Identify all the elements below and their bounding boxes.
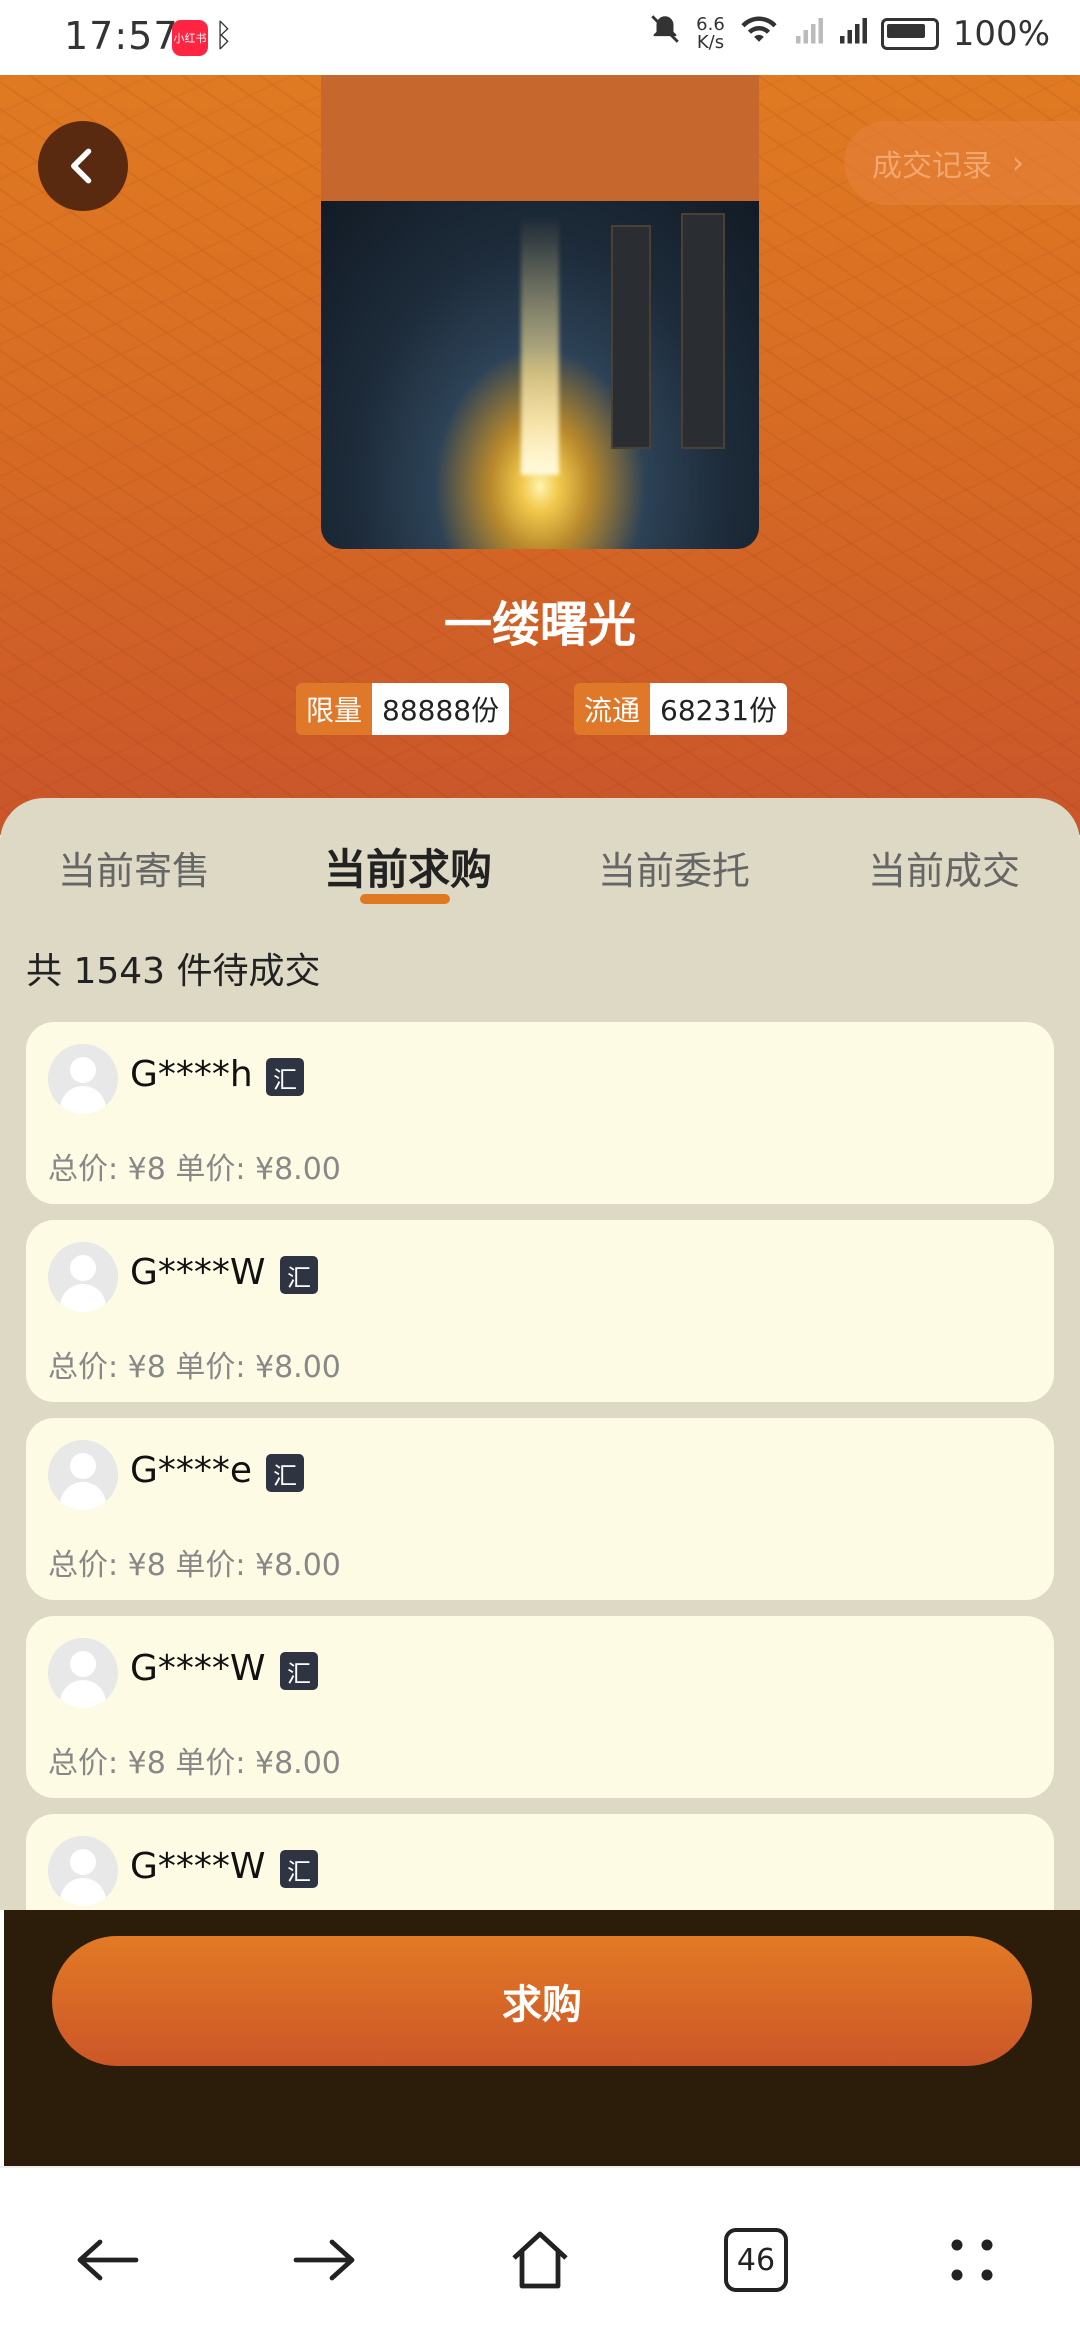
tab-current-buy-orders[interactable]: 当前求购 bbox=[324, 836, 492, 897]
order-price: 总价: ¥8 单价: ¥8.00 bbox=[48, 1548, 341, 1583]
hui-badge: 汇 bbox=[280, 1652, 318, 1690]
trade-record-button[interactable]: 成交记录 › bbox=[844, 121, 1080, 205]
avatar bbox=[48, 1836, 118, 1906]
order-username: G****W bbox=[130, 1846, 266, 1887]
hui-badge: 汇 bbox=[280, 1256, 318, 1294]
circulation-value: 68231份 bbox=[650, 683, 788, 735]
order-username: G****h bbox=[130, 1054, 253, 1095]
order-card[interactable]: G****h 汇 总价: ¥8 单价: ¥8.00 bbox=[26, 1022, 1054, 1204]
order-card[interactable]: G****W 汇 总价: ¥8 单价: ¥8.00 bbox=[26, 1616, 1054, 1798]
tabs-button[interactable]: 46 bbox=[716, 2220, 796, 2300]
limit-badge: 限量 88888份 bbox=[296, 683, 510, 735]
network-speed: 6.6 K/s bbox=[696, 15, 725, 53]
hero-banner: 成交记录 › 一缕曙光 限量 88888份 流通 68231份 bbox=[0, 75, 1080, 835]
orders-panel: 当前寄售 当前求购 当前委托 当前成交 共 1543 件待成交 G****h 汇… bbox=[0, 798, 1080, 1910]
active-tab-indicator bbox=[360, 894, 450, 904]
avatar bbox=[48, 1044, 118, 1114]
order-username: G****W bbox=[130, 1648, 266, 1689]
bluetooth-icon: ᛒ bbox=[214, 16, 234, 54]
collectible-cover-image bbox=[321, 75, 759, 549]
xiaohongshu-app-icon: 小红书 bbox=[172, 20, 208, 56]
avatar bbox=[48, 1242, 118, 1312]
wifi-icon bbox=[739, 13, 779, 54]
cover-ruin-pillar bbox=[681, 213, 725, 449]
tab-current-consignment[interactable]: 当前寄售 bbox=[58, 840, 210, 895]
order-card[interactable]: G****e 汇 总价: ¥8 单价: ¥8.00 bbox=[26, 1418, 1054, 1600]
limit-label: 限量 bbox=[296, 683, 373, 735]
trade-record-label: 成交记录 bbox=[872, 149, 992, 184]
mute-bell-icon bbox=[648, 12, 682, 55]
order-username: G****W bbox=[130, 1252, 266, 1293]
signal-4g-icon bbox=[837, 14, 867, 54]
network-speed-unit: K/s bbox=[696, 31, 725, 53]
browser-nav-bar: 46 bbox=[0, 2166, 1080, 2342]
tab-current-deals[interactable]: 当前成交 bbox=[868, 840, 1020, 895]
order-price: 总价: ¥8 单价: ¥8.00 bbox=[48, 1350, 341, 1385]
status-right-group: 6.6 K/s 100% bbox=[648, 12, 1050, 55]
avatar bbox=[48, 1440, 118, 1510]
tab-bar: 当前寄售 当前求购 当前委托 当前成交 bbox=[0, 798, 1080, 908]
avatar bbox=[48, 1638, 118, 1708]
tab-current-entrusted[interactable]: 当前委托 bbox=[598, 840, 750, 895]
home-icon[interactable] bbox=[500, 2220, 580, 2300]
signal-weak-icon bbox=[793, 14, 823, 54]
chevron-right-icon: › bbox=[1012, 145, 1024, 181]
battery-percent: 100% bbox=[952, 13, 1050, 54]
hui-badge: 汇 bbox=[280, 1850, 318, 1888]
forward-arrow-icon[interactable] bbox=[284, 2220, 364, 2300]
status-time: 17:57 bbox=[64, 14, 179, 58]
order-username: G****e bbox=[130, 1450, 253, 1491]
cover-top-band bbox=[321, 75, 759, 201]
tabs-count: 46 bbox=[724, 2228, 788, 2292]
hui-badge: 汇 bbox=[266, 1058, 304, 1096]
bottom-action-bar: 求购 bbox=[4, 1910, 1080, 2166]
circulation-badge: 流通 68231份 bbox=[574, 683, 788, 735]
cover-ruin-pillar bbox=[611, 225, 651, 449]
order-card[interactable]: G****W 汇 bbox=[26, 1814, 1054, 1910]
hui-badge: 汇 bbox=[266, 1454, 304, 1492]
order-price: 总价: ¥8 单价: ¥8.00 bbox=[48, 1152, 341, 1187]
pending-count: 共 1543 件待成交 bbox=[26, 951, 321, 992]
buy-request-button[interactable]: 求购 bbox=[52, 1936, 1032, 2066]
back-button[interactable] bbox=[38, 121, 128, 211]
cover-light-beam bbox=[521, 215, 559, 475]
battery-icon bbox=[880, 17, 939, 50]
back-arrow-icon[interactable] bbox=[68, 2220, 148, 2300]
status-bar: 17:57 小红书 ᛒ 6.6 K/s 100% bbox=[0, 0, 1080, 75]
chevron-left-icon bbox=[71, 148, 92, 184]
order-card[interactable]: G****W 汇 总价: ¥8 单价: ¥8.00 bbox=[26, 1220, 1054, 1402]
circulation-label: 流通 bbox=[574, 683, 651, 735]
limit-value: 88888份 bbox=[372, 683, 510, 735]
collectible-title: 一缕曙光 bbox=[443, 597, 636, 653]
order-price: 总价: ¥8 单价: ¥8.00 bbox=[48, 1746, 341, 1781]
more-menu-icon[interactable] bbox=[932, 2220, 1012, 2300]
